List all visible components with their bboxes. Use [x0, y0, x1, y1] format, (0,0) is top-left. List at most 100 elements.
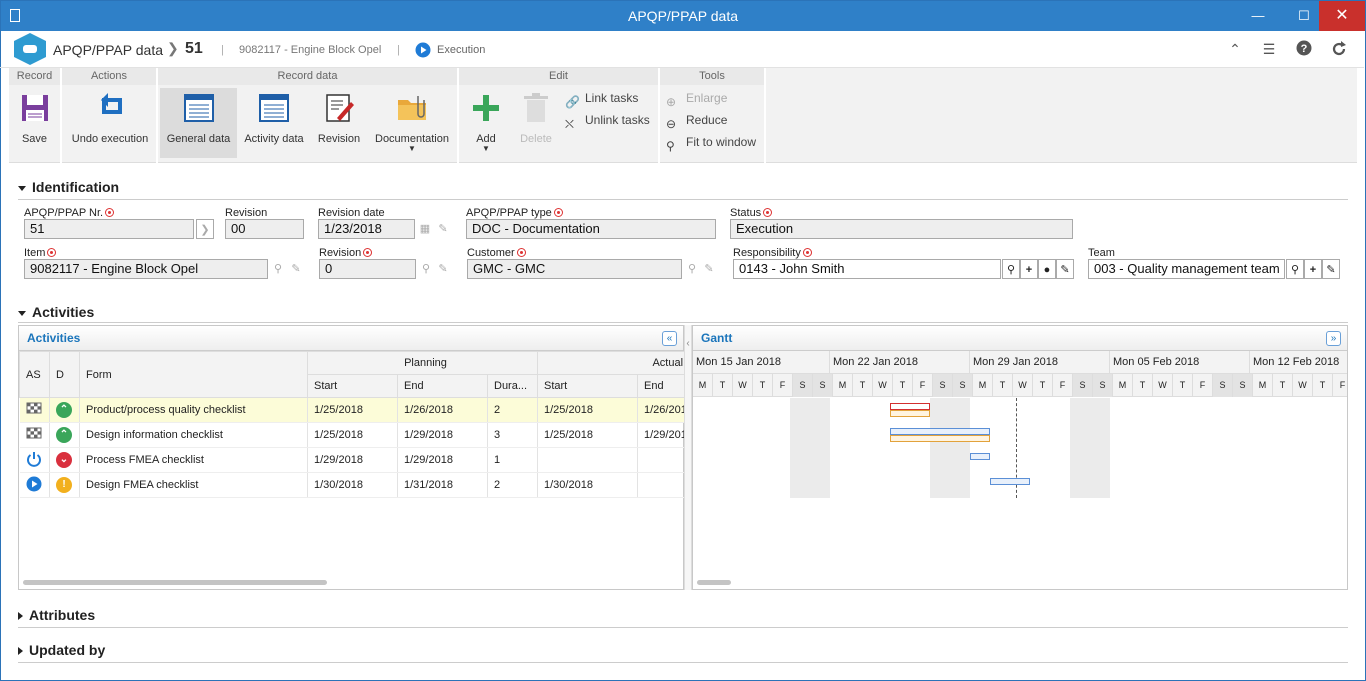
gantt-bar-planned[interactable]: [990, 478, 1030, 485]
gantt-bar-planned[interactable]: [890, 403, 930, 410]
revision-date-field[interactable]: 1/23/2018: [318, 219, 415, 239]
table-row[interactable]: ⌄ Process FMEA checklist 1/29/2018 1/29/…: [19, 447, 687, 473]
responsibility-field[interactable]: 0143 - John Smith: [733, 259, 1001, 279]
save-button[interactable]: Save: [9, 88, 60, 158]
cell-form: Process FMEA checklist: [79, 447, 308, 473]
gantt-week-label: Mon 22 Jan 2018: [830, 351, 970, 374]
cell-form: Product/process quality checklist: [79, 397, 308, 423]
gantt-day-label: S: [1093, 374, 1113, 397]
gantt-day-label: S: [1233, 374, 1253, 397]
minimize-button[interactable]: —: [1243, 1, 1273, 31]
label-text: Item: [24, 247, 46, 259]
cell-start: 1/30/2018: [307, 472, 398, 498]
horizontal-scrollbar[interactable]: [23, 580, 327, 585]
gantt-bar-planned[interactable]: [970, 453, 990, 460]
header-separator: |: [221, 44, 224, 56]
gantt-day-label: T: [713, 374, 733, 397]
col-actual-end[interactable]: End: [636, 374, 687, 398]
maximize-button[interactable]: ☐: [1289, 1, 1319, 31]
zoom-in-icon: ⊕: [666, 94, 677, 109]
updated-by-section-header[interactable]: Updated by: [18, 642, 105, 658]
user-icon[interactable]: ●: [1038, 259, 1056, 279]
undo-execution-button[interactable]: Undo execution: [64, 88, 156, 158]
clear-icon[interactable]: ✎: [1322, 259, 1340, 279]
expand-right-icon[interactable]: »: [1326, 331, 1341, 346]
play-icon: [26, 476, 41, 491]
save-icon: [21, 95, 48, 121]
col-duration[interactable]: Dura...: [487, 374, 538, 398]
enlarge-button[interactable]: ⊕ Enlarge: [666, 88, 727, 109]
list-icon[interactable]: ☰: [1260, 40, 1278, 58]
clear-icon[interactable]: ✎: [1056, 259, 1074, 279]
refresh-icon[interactable]: [1330, 40, 1348, 58]
general-data-label: General data: [166, 133, 231, 145]
type-field[interactable]: DOC - Documentation: [466, 219, 716, 239]
required-icon: [105, 208, 115, 217]
customer-field[interactable]: GMC - GMC: [467, 259, 682, 279]
general-data-button[interactable]: General data: [160, 88, 237, 158]
gantt-bar-actual[interactable]: [890, 410, 930, 417]
team-field[interactable]: 003 - Quality management team: [1088, 259, 1285, 279]
search-icon: ⚲: [421, 263, 431, 275]
gantt-day-label: M: [973, 374, 993, 397]
horizontal-scrollbar[interactable]: [697, 580, 731, 585]
add-icon[interactable]: +: [1020, 259, 1038, 279]
identification-section-header[interactable]: Identification: [18, 179, 119, 195]
col-planning-end[interactable]: End: [397, 374, 488, 398]
panel-title: Activities: [19, 326, 683, 351]
ribbon-group-record: Record Save: [9, 68, 62, 163]
col-planning-start[interactable]: Start: [307, 374, 398, 398]
collapse-left-icon[interactable]: «: [662, 331, 677, 346]
group-label: Record: [9, 68, 60, 85]
form-icon: [259, 94, 289, 122]
gantt-day-label: S: [793, 374, 813, 397]
next-arrow-icon[interactable]: ❯: [196, 219, 214, 239]
col-as[interactable]: AS: [19, 351, 50, 398]
help-icon[interactable]: ?: [1296, 40, 1314, 58]
gantt-day-label: S: [953, 374, 973, 397]
weekend-band: [1070, 398, 1110, 498]
item-revision-field[interactable]: 0: [319, 259, 416, 279]
activity-data-button[interactable]: Activity data: [239, 88, 309, 158]
search-icon[interactable]: ⚲: [1286, 259, 1304, 279]
item-field[interactable]: 9082117 - Engine Block Opel: [24, 259, 268, 279]
close-button[interactable]: ✕: [1319, 1, 1365, 31]
col-form[interactable]: Form: [79, 351, 308, 398]
ribbon-group-actions: Actions Undo execution: [62, 68, 158, 163]
unlink-tasks-button[interactable]: ⛌ Unlink tasks: [565, 110, 650, 131]
power-icon: [26, 451, 41, 467]
activities-section-header[interactable]: Activities: [18, 304, 94, 320]
revision-field[interactable]: 00: [225, 219, 304, 239]
gantt-bar-planned[interactable]: [890, 428, 990, 435]
warning-icon: !: [56, 477, 72, 493]
status-field[interactable]: Execution: [730, 219, 1073, 239]
col-d[interactable]: D: [49, 351, 80, 398]
gantt-day-label: T: [893, 374, 913, 397]
label-text: Customer: [467, 247, 515, 259]
add-icon[interactable]: +: [1304, 259, 1322, 279]
apqp-nr-field[interactable]: 51: [24, 219, 194, 239]
attributes-section-header[interactable]: Attributes: [18, 607, 95, 623]
add-button[interactable]: Add ▼: [463, 88, 509, 158]
panel-splitter[interactable]: ‹: [684, 325, 692, 590]
link-tasks-button[interactable]: 🔗 Link tasks: [565, 88, 638, 109]
weekend-band: [790, 398, 830, 498]
app-logo-icon: [14, 33, 46, 65]
col-actual-start[interactable]: Start: [537, 374, 638, 398]
table-row[interactable]: ⌃ Design information checklist 1/25/2018…: [19, 422, 687, 448]
gantt-bar-actual[interactable]: [890, 435, 990, 442]
cell-start: 1/25/2018: [307, 397, 398, 423]
search-icon[interactable]: ⚲: [1002, 259, 1020, 279]
documentation-button[interactable]: Documentation ▼: [369, 88, 455, 158]
revision-button[interactable]: Revision: [311, 88, 367, 158]
table-row[interactable]: ! Design FMEA checklist 1/30/2018 1/31/2…: [19, 472, 687, 498]
reduce-button[interactable]: ⊖ Reduce: [666, 110, 727, 131]
fit-to-window-button[interactable]: ⚲ Fit to window: [666, 132, 756, 153]
section-title: Attributes: [29, 607, 96, 623]
table-row[interactable]: ⌃ Product/process quality checklist 1/25…: [19, 397, 687, 423]
collapse-up-icon[interactable]: ⌃: [1226, 40, 1244, 58]
checkered-flag-icon: [26, 427, 41, 438]
collapse-arrow-icon: [18, 310, 26, 316]
save-label: Save: [21, 133, 48, 145]
delete-button[interactable]: Delete: [513, 88, 559, 158]
